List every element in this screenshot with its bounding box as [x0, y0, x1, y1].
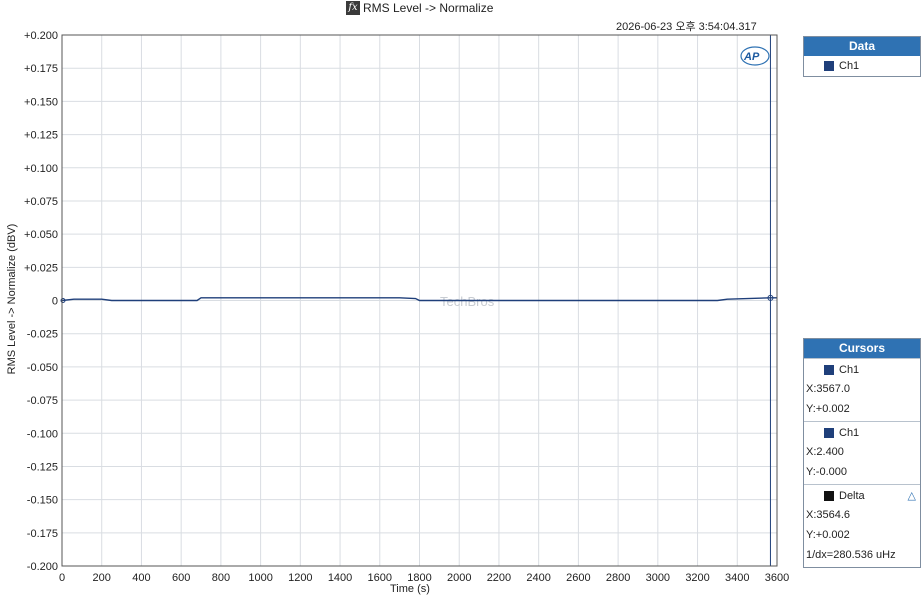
cursors-panel: Cursors Ch1 X:3567.0 Y:+0.002 Ch1 X:2.40… [803, 338, 921, 568]
cursor1-label: Ch1 [839, 364, 860, 376]
x-tick-label: 3600 [765, 572, 789, 584]
x-tick-label: 2600 [566, 572, 590, 584]
y-axis-label-wrap: RMS Level -> Normalize (dBV) [4, 200, 18, 400]
x-tick-label: 400 [132, 572, 150, 584]
x-tick-label: 1400 [328, 572, 352, 584]
x-tick-label: 3000 [646, 572, 670, 584]
legend-swatch [824, 61, 834, 71]
y-tick-label: +0.175 [24, 63, 58, 75]
y-tick-label: -0.050 [27, 362, 58, 374]
x-tick-label: 2800 [606, 572, 630, 584]
x-tick-label: 0 [59, 572, 65, 584]
legend-header: Data [804, 37, 920, 56]
legend-label: Ch1 [839, 60, 860, 72]
y-tick-label: +0.200 [24, 30, 58, 42]
y-tick-label: -0.175 [27, 528, 58, 540]
cursor-1[interactable]: Ch1 X:3567.0 Y:+0.002 [804, 358, 920, 421]
cursor1-x: X:3567.0 [806, 383, 851, 395]
y-tick-label: -0.150 [27, 495, 58, 507]
x-tick-label: 2000 [447, 572, 471, 584]
y-tick-label: -0.100 [27, 428, 58, 440]
legend-item-ch1[interactable]: Ch1 [804, 56, 920, 76]
cursor2-x: X:2.400 [806, 446, 844, 458]
x-tick-label: 600 [172, 572, 190, 584]
y-tick-label: +0.050 [24, 229, 58, 241]
cursor2-swatch [824, 428, 834, 438]
y-tick-labels: +0.200 +0.175 +0.150 +0.125 +0.100 +0.075 +0.0… [24, 30, 58, 573]
y-tick-label: -0.200 [27, 561, 58, 573]
delta-triangle-icon[interactable]: △ [908, 489, 916, 502]
x-tick-label: 200 [93, 572, 111, 584]
y-tick-label: +0.100 [24, 163, 58, 175]
x-tick-label: 1600 [368, 572, 392, 584]
cursor1-y: Y:+0.002 [806, 403, 850, 415]
delta-inv: 1/dx=280.536 uHz [806, 549, 896, 561]
cursor-2[interactable]: Ch1 X:2.400 Y:-0.000 [804, 421, 920, 484]
y-tick-label: +0.025 [24, 262, 58, 274]
y-tick-label: +0.125 [24, 130, 58, 142]
x-tick-label: 1200 [288, 572, 312, 584]
cursors-header: Cursors [804, 339, 920, 358]
svg-text:AP: AP [743, 51, 760, 63]
x-tick-label: 800 [212, 572, 230, 584]
delta-label: Delta [839, 490, 865, 502]
x-tick-label: 2200 [487, 572, 511, 584]
delta-swatch [824, 491, 834, 501]
y-tick-label: 0 [52, 296, 58, 308]
y-axis-label: RMS Level -> Normalize (dBV) [6, 223, 18, 375]
watermark: TechBros [440, 294, 495, 309]
x-tick-label: 1000 [248, 572, 272, 584]
x-tick-label: 3400 [725, 572, 749, 584]
x-axis-label: Time (s) [390, 583, 430, 595]
y-tick-label: +0.075 [24, 196, 58, 208]
cursor1-swatch [824, 365, 834, 375]
x-tick-label: 3200 [685, 572, 709, 584]
delta-y: Y:+0.002 [806, 529, 850, 541]
y-tick-label: +0.150 [24, 96, 58, 108]
delta-x: X:3564.6 [806, 509, 851, 521]
x-tick-label: 2400 [526, 572, 550, 584]
cursor2-y: Y:-0.000 [806, 466, 847, 478]
y-tick-label: -0.075 [27, 395, 58, 407]
cursor2-label: Ch1 [839, 427, 860, 439]
y-tick-label: -0.025 [27, 329, 58, 341]
ap-logo-icon: AP [740, 46, 770, 66]
y-tick-label: -0.125 [27, 461, 58, 473]
plot-canvas[interactable]: +0.200 +0.175 +0.150 +0.125 +0.100 +0.075 +0.0… [0, 0, 924, 600]
legend-panel: Data Ch1 [803, 36, 921, 77]
cursor-delta[interactable]: Delta △ X:3564.6 Y:+0.002 1/dx=280.536 uH… [804, 484, 920, 567]
